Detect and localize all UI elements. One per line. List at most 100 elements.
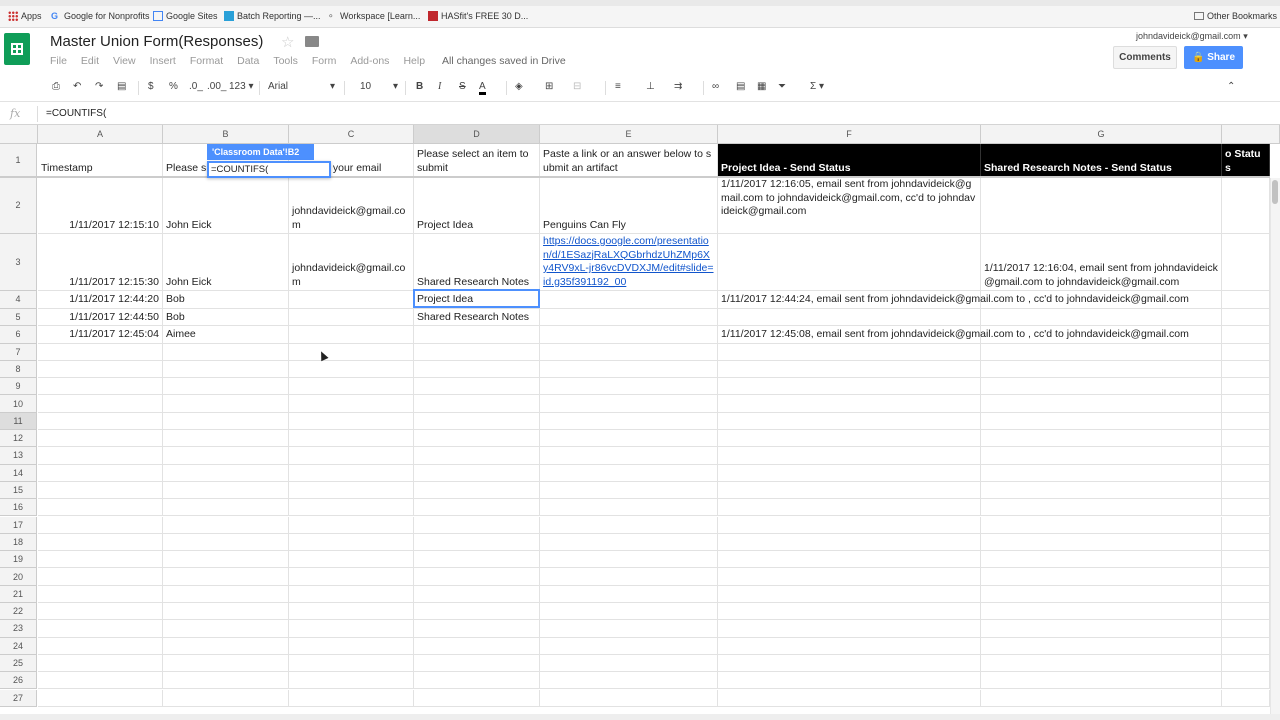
cell-f16[interactable] (718, 499, 981, 517)
cell-d9[interactable] (414, 378, 540, 396)
cell-c22[interactable] (289, 603, 414, 621)
cell-c10[interactable] (289, 395, 414, 413)
cell-d3[interactable]: Shared Research Notes (414, 234, 540, 291)
cell-g16[interactable] (981, 499, 1222, 517)
cell-c16[interactable] (289, 499, 414, 517)
cell-f5[interactable] (718, 308, 981, 326)
cell-b10[interactable] (163, 395, 289, 413)
column-header-g[interactable]: G (981, 125, 1222, 144)
cell-c18[interactable] (289, 533, 414, 552)
bold-button[interactable]: B (416, 81, 423, 92)
row-header-20[interactable]: 20 (0, 568, 37, 586)
cell-f7[interactable] (718, 343, 981, 361)
sheets-logo-icon[interactable] (4, 33, 30, 65)
cell-e23[interactable] (540, 620, 718, 638)
bookmark-item[interactable]: Batch Reporting —... (224, 9, 321, 23)
row-header-1[interactable]: 1 (0, 144, 37, 177)
cell-h27[interactable] (1222, 689, 1270, 707)
row-header-2[interactable]: 2 (0, 177, 37, 234)
cell-d18[interactable] (414, 533, 540, 552)
cell-e1[interactable]: Paste a link or an answer below to submi… (540, 144, 718, 177)
cell-c21[interactable] (289, 585, 414, 603)
cell-e12[interactable] (540, 430, 718, 448)
scrollbar-thumb[interactable] (1272, 180, 1278, 204)
cell-f27[interactable] (718, 689, 981, 707)
text-color-button[interactable]: A (479, 81, 486, 95)
cell-a18[interactable] (38, 533, 163, 552)
cell-f14[interactable] (718, 464, 981, 482)
cell-a8[interactable] (38, 360, 163, 379)
cell-g11[interactable] (981, 412, 1222, 430)
menu-addons[interactable]: Add-ons (350, 55, 389, 69)
cell-h19[interactable] (1222, 551, 1270, 569)
cell-e24[interactable] (540, 637, 718, 655)
cell-f12[interactable] (718, 430, 981, 448)
column-header-a[interactable]: A (38, 125, 163, 144)
row-header-25[interactable]: 25 (0, 654, 37, 673)
bookmark-item[interactable]: HASfit's FREE 30 D... (428, 9, 528, 23)
cell-g15[interactable] (981, 481, 1222, 500)
cell-d2[interactable]: Project Idea (414, 177, 540, 234)
cell-h18[interactable] (1222, 533, 1270, 552)
cell-g19[interactable] (981, 551, 1222, 569)
cell-f25[interactable] (718, 654, 981, 673)
menu-view[interactable]: View (113, 55, 136, 69)
cell-e21[interactable] (540, 585, 718, 603)
cell-d5[interactable]: Shared Research Notes (414, 308, 540, 326)
cell-e8[interactable] (540, 360, 718, 379)
cell-b19[interactable] (163, 551, 289, 569)
cell-c23[interactable] (289, 620, 414, 638)
menu-data[interactable]: Data (237, 55, 259, 69)
text-wrap-icon[interactable]: ⇉ (674, 81, 682, 92)
font-size-select[interactable]: 10 ▾ (360, 81, 400, 92)
cell-g25[interactable] (981, 654, 1222, 673)
row-header-9[interactable]: 9 (0, 378, 37, 396)
cell-a4[interactable]: 1/11/2017 12:44:20 (38, 291, 163, 309)
account-email[interactable]: johndavideick@gmail.com ▾ (1136, 31, 1248, 42)
cell-h15[interactable] (1222, 481, 1270, 500)
cell-b2[interactable]: John Eick (163, 177, 289, 234)
cell-a25[interactable] (38, 654, 163, 673)
cell-d1[interactable]: Please select an item to submit (414, 144, 540, 177)
row-header-18[interactable]: 18 (0, 533, 37, 552)
vertical-align-icon[interactable]: ⊥ (646, 81, 655, 92)
cell-d19[interactable] (414, 551, 540, 569)
cell-b6[interactable]: Aimee (163, 326, 289, 344)
cell-h21[interactable] (1222, 585, 1270, 603)
strikethrough-button[interactable]: S (459, 81, 466, 92)
cell-b16[interactable] (163, 499, 289, 517)
row-header-13[interactable]: 13 (0, 447, 37, 465)
cell-g10[interactable] (981, 395, 1222, 413)
cell-g3[interactable]: 1/11/2017 12:16:04, email sent from john… (981, 234, 1222, 291)
cell-h25[interactable] (1222, 654, 1270, 673)
currency-format-button[interactable]: $ (148, 81, 154, 92)
cell-a21[interactable] (38, 585, 163, 603)
column-header-b[interactable]: B (163, 125, 289, 144)
cell-g22[interactable] (981, 603, 1222, 621)
cell-a22[interactable] (38, 603, 163, 621)
cell-a19[interactable] (38, 551, 163, 569)
more-formats-button[interactable]: 123 ▾ (229, 81, 254, 92)
cell-h20[interactable] (1222, 568, 1270, 586)
cell-c11[interactable] (289, 412, 414, 430)
cell-e16[interactable] (540, 499, 718, 517)
cell-h4[interactable] (1222, 291, 1270, 309)
cell-e22[interactable] (540, 603, 718, 621)
row-header-16[interactable]: 16 (0, 499, 37, 517)
cell-d24[interactable] (414, 637, 540, 655)
menu-form[interactable]: Form (312, 55, 337, 69)
cell-h26[interactable] (1222, 672, 1270, 690)
cell-d11[interactable] (414, 412, 540, 430)
cell-h6[interactable] (1222, 326, 1270, 344)
cell-a6[interactable]: 1/11/2017 12:45:04 (38, 326, 163, 344)
cell-f20[interactable] (718, 568, 981, 586)
cell-g13[interactable] (981, 447, 1222, 465)
star-icon[interactable]: ☆ (281, 33, 294, 51)
merge-cells-icon[interactable]: ⊟ (573, 81, 581, 92)
cell-c20[interactable] (289, 568, 414, 586)
row-header-17[interactable]: 17 (0, 516, 37, 534)
cell-b4[interactable]: Bob (163, 291, 289, 309)
comments-button[interactable]: Comments (1113, 46, 1177, 69)
cell-f4[interactable]: 1/11/2017 12:44:24, email sent from john… (718, 291, 1189, 309)
cell-c13[interactable] (289, 447, 414, 465)
